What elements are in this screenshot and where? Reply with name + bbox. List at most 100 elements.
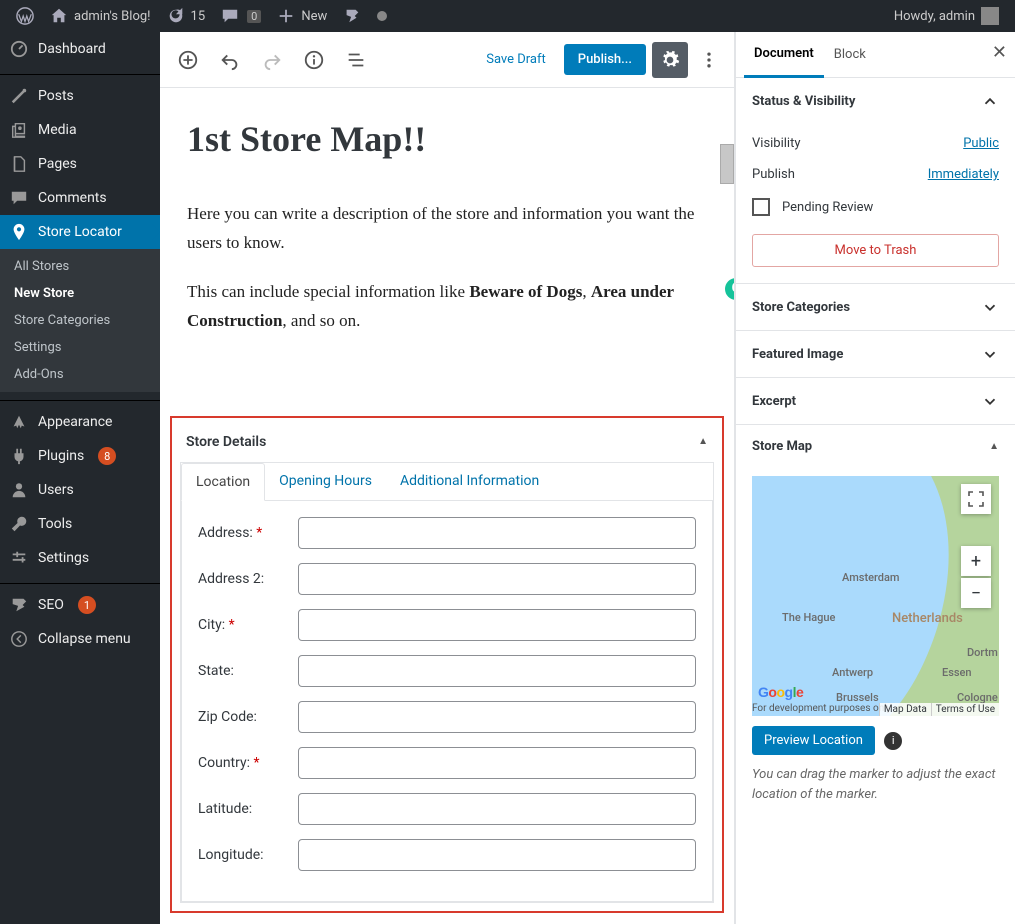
- map-canvas[interactable]: Amsterdam The Hague Netherlands Antwerp …: [752, 476, 999, 716]
- publish-button[interactable]: Publish...: [564, 44, 646, 75]
- map-attribution: Map DataTerms of Use: [879, 703, 999, 716]
- label-longitude: Longitude:: [198, 847, 298, 863]
- map-city-dortmund: Dortm: [967, 646, 998, 659]
- move-to-trash-button[interactable]: Move to Trash: [752, 234, 999, 267]
- submenu-all-stores[interactable]: All Stores: [0, 253, 160, 280]
- publish-label: Publish: [752, 167, 795, 182]
- menu-posts[interactable]: Posts: [0, 79, 160, 113]
- menu-seo[interactable]: SEO1: [0, 588, 160, 622]
- label-zip: Zip Code:: [198, 709, 298, 725]
- input-state[interactable]: [298, 655, 696, 687]
- map-dev-warning: For development purposes only: [752, 703, 891, 714]
- tab-block[interactable]: Block: [824, 33, 876, 76]
- undo-button[interactable]: [212, 42, 248, 78]
- metabox-header[interactable]: Store Details ▲: [180, 426, 714, 462]
- panel-head-status[interactable]: Status & Visibility: [736, 78, 1015, 124]
- post-title[interactable]: 1st Store Map!!: [187, 118, 707, 160]
- redo-button[interactable]: [254, 42, 290, 78]
- menu-plugins[interactable]: Plugins8: [0, 439, 160, 473]
- comments-link[interactable]: 0: [213, 7, 269, 25]
- input-zip[interactable]: [298, 701, 696, 733]
- refresh[interactable]: 15: [159, 7, 214, 25]
- map-hint: You can drag the marker to adjust the ex…: [752, 765, 999, 804]
- submenu-settings[interactable]: Settings: [0, 334, 160, 361]
- panel-store-map: Store Map▲ Amsterdam The Hague Netherlan…: [736, 425, 1015, 820]
- outline-button[interactable]: [338, 42, 374, 78]
- map-country: Netherlands: [892, 611, 963, 626]
- panel-head-featured-image[interactable]: Featured Image: [736, 331, 1015, 377]
- settings-toggle[interactable]: [652, 42, 688, 78]
- panel-head-excerpt[interactable]: Excerpt: [736, 378, 1015, 424]
- grammarly-icon[interactable]: G: [725, 278, 734, 300]
- add-block-button[interactable]: [170, 42, 206, 78]
- panel-featured-image: Featured Image: [736, 331, 1015, 378]
- pending-review-checkbox[interactable]: [752, 198, 770, 216]
- panel-head-store-categories[interactable]: Store Categories: [736, 284, 1015, 330]
- menu-users[interactable]: Users: [0, 473, 160, 507]
- preview-location-button[interactable]: Preview Location: [752, 726, 875, 755]
- post-paragraph[interactable]: Here you can write a description of the …: [187, 200, 707, 258]
- input-longitude[interactable]: [298, 839, 696, 871]
- post-content: 1st Store Map!! Here you can write a des…: [167, 118, 727, 396]
- admin-bar: admin's Blog! 15 0 New Howdy, admin: [0, 0, 1015, 32]
- menu-store-locator[interactable]: Store Locator: [0, 215, 160, 249]
- menu-pages[interactable]: Pages: [0, 147, 160, 181]
- input-address[interactable]: [298, 517, 696, 549]
- submenu-new-store[interactable]: New Store: [0, 280, 160, 307]
- input-latitude[interactable]: [298, 793, 696, 825]
- account-greeting[interactable]: Howdy, admin: [886, 7, 1007, 25]
- label-latitude: Latitude:: [198, 801, 298, 817]
- submenu-store-categories[interactable]: Store Categories: [0, 307, 160, 334]
- input-address2[interactable]: [298, 563, 696, 595]
- menu-appearance[interactable]: Appearance: [0, 405, 160, 439]
- map-terms-link[interactable]: Terms of Use: [931, 703, 999, 716]
- editor-body[interactable]: 1st Store Map!! Here you can write a des…: [160, 88, 734, 924]
- seo-indicator[interactable]: [335, 7, 369, 25]
- workspace: Save Draft Publish... 1st Store Map!! He…: [160, 32, 1015, 924]
- tab-location[interactable]: Location: [181, 463, 265, 501]
- map-zoom-out-button[interactable]: −: [961, 578, 991, 608]
- label-country: Country: *: [198, 755, 298, 771]
- map-zoom-in-button[interactable]: +: [961, 546, 991, 576]
- menu-dashboard[interactable]: Dashboard: [0, 32, 160, 66]
- collapse-icon: ▲: [989, 441, 999, 452]
- menu-media[interactable]: Media: [0, 113, 160, 147]
- panel-head-store-map[interactable]: Store Map▲: [736, 425, 1015, 468]
- new-content[interactable]: New: [269, 7, 335, 25]
- store-details-metabox: Store Details ▲ Location Opening Hours A…: [170, 416, 724, 913]
- menu-collapse[interactable]: Collapse menu: [0, 622, 160, 656]
- tab-document[interactable]: Document: [744, 32, 824, 78]
- panel-store-categories: Store Categories: [736, 284, 1015, 331]
- map-data-link[interactable]: Map Data: [879, 703, 931, 716]
- tab-opening-hours[interactable]: Opening Hours: [265, 463, 386, 500]
- menu-settings[interactable]: Settings: [0, 541, 160, 575]
- close-sidebar-button[interactable]: ✕: [992, 42, 1007, 63]
- wp-logo[interactable]: [8, 7, 42, 25]
- info-icon[interactable]: i: [884, 732, 902, 750]
- location-form: Address: * Address 2: City: * State: Zip…: [181, 501, 713, 902]
- save-draft-button[interactable]: Save Draft: [474, 44, 558, 75]
- post-paragraph[interactable]: This can include special information lik…: [187, 278, 707, 336]
- map-city-essen: Essen: [942, 666, 972, 679]
- menu-tools[interactable]: Tools: [0, 507, 160, 541]
- visibility-label: Visibility: [752, 136, 801, 151]
- input-city[interactable]: [298, 609, 696, 641]
- map-city-antwerp: Antwerp: [832, 666, 873, 679]
- input-country[interactable]: [298, 747, 696, 779]
- map-fullscreen-button[interactable]: [961, 484, 991, 514]
- info-button[interactable]: [296, 42, 332, 78]
- pending-review-label: Pending Review: [782, 200, 873, 215]
- more-menu[interactable]: [694, 50, 724, 70]
- site-link[interactable]: admin's Blog!: [42, 7, 159, 25]
- label-address: Address: *: [198, 525, 298, 541]
- tab-additional-info[interactable]: Additional Information: [386, 463, 553, 500]
- editor-toolbar: Save Draft Publish...: [160, 32, 734, 88]
- visibility-value[interactable]: Public: [963, 136, 999, 151]
- sidebar-tabs: Document Block ✕: [736, 32, 1015, 78]
- menu-comments[interactable]: Comments: [0, 181, 160, 215]
- plugins-badge: 8: [98, 447, 116, 465]
- publish-value[interactable]: Immediately: [928, 167, 999, 182]
- label-state: State:: [198, 663, 298, 679]
- submenu-addons[interactable]: Add-Ons: [0, 361, 160, 388]
- metabox-title: Store Details: [186, 434, 266, 450]
